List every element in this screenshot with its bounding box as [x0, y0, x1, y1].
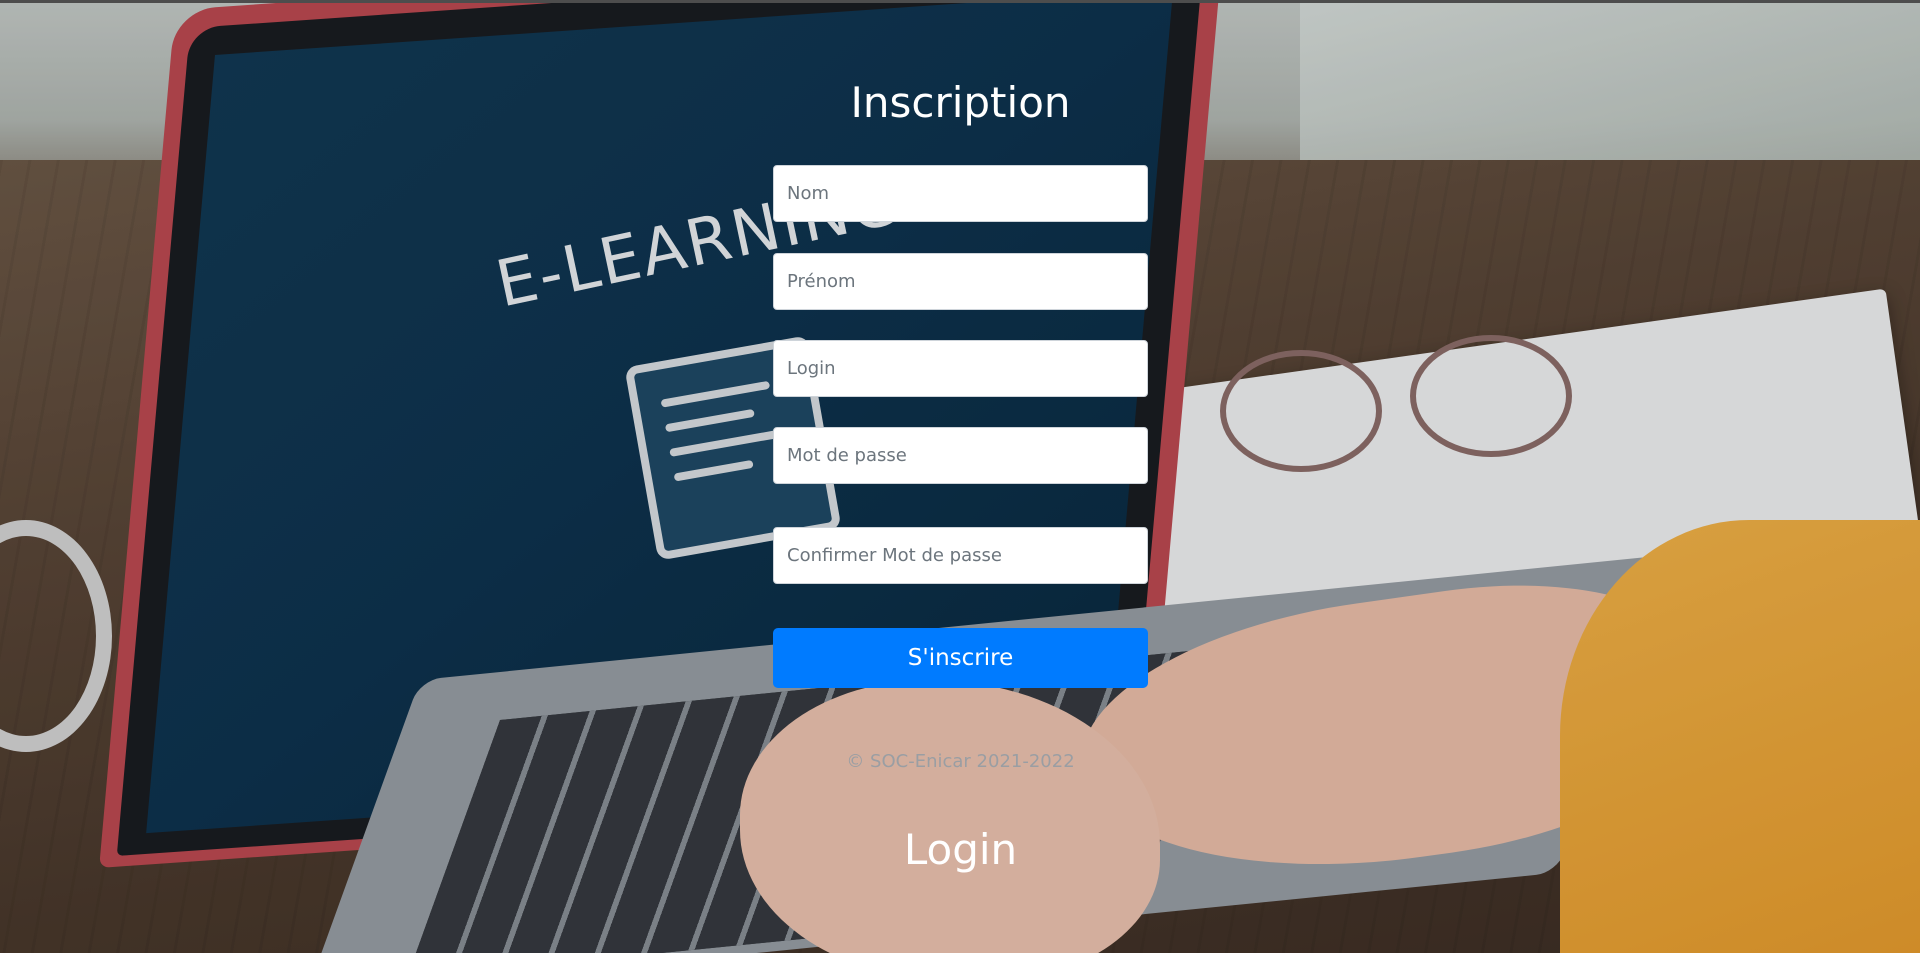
register-button[interactable]: S'inscrire — [773, 628, 1148, 688]
login-link[interactable]: Login — [773, 825, 1148, 874]
password-input[interactable] — [773, 427, 1148, 484]
nom-input[interactable] — [773, 165, 1148, 222]
login-input[interactable] — [773, 340, 1148, 397]
prenom-input[interactable] — [773, 253, 1148, 310]
top-border — [0, 0, 1920, 3]
page-title: Inscription — [850, 78, 1071, 127]
page: E-LEARNING Inscription S'inscrire © SOC-… — [0, 0, 1920, 953]
confirm-password-input[interactable] — [773, 527, 1148, 584]
copyright-text: © SOC-Enicar 2021-2022 — [846, 751, 1075, 772]
